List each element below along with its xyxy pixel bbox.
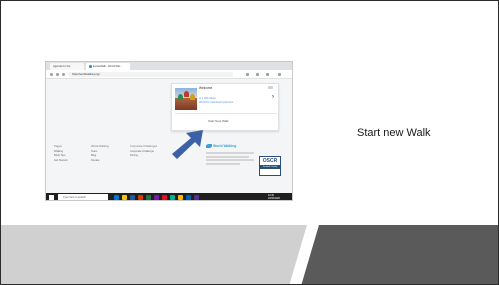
app-icon[interactable] xyxy=(170,195,175,200)
footer-link[interactable]: Blog xyxy=(91,154,109,157)
app-icon[interactable] xyxy=(178,195,183,200)
footer-link[interactable]: Walking xyxy=(54,150,67,153)
footer-link[interactable]: Get Started xyxy=(54,159,67,162)
close-icon[interactable] xyxy=(268,86,273,89)
popup-welcome: Welcome xyxy=(199,86,213,90)
chevron-right-icon[interactable]: › xyxy=(272,94,274,100)
browser-tab[interactable]: Agenda for Cle xyxy=(50,63,84,70)
slide-footer-band xyxy=(1,225,498,284)
menu-icon[interactable] xyxy=(278,73,281,76)
footer-link[interactable]: Book Tips xyxy=(54,154,67,157)
brand-blurb xyxy=(206,152,254,165)
app-icon[interactable] xyxy=(138,195,143,200)
popup-link[interactable]: to 1,000 Steps xyxy=(199,97,216,100)
extension-icon[interactable] xyxy=(246,73,249,76)
brand-logo: World Walking xyxy=(206,144,236,149)
footer-link[interactable]: Donate xyxy=(91,159,109,162)
popup-link[interactable]: World for Volunteering Events xyxy=(199,101,233,104)
browser-toolbar: https://worldwalking.org/ xyxy=(46,70,292,79)
app-icon[interactable] xyxy=(154,195,159,200)
divider xyxy=(175,113,277,114)
walk-popup: Welcome to 1,000 Steps World for Volunte… xyxy=(171,83,279,131)
favorites-icon[interactable] xyxy=(256,73,259,76)
browser-tab-strip: Agenda for Cle ExciteWalk - World Wal... xyxy=(46,62,292,70)
slide-caption: Start new Walk xyxy=(357,127,431,139)
windows-taskbar: Type here to search 16:30 20/06/2020 xyxy=(46,193,292,200)
start-new-walk-button[interactable]: Start New Walk xyxy=(208,119,229,123)
browser-tab-active[interactable]: ExciteWalk - World Wal... xyxy=(86,63,130,70)
footer-link[interactable]: Pricing xyxy=(130,154,157,157)
footer-column: Corporate Challenges Corporate Challenge… xyxy=(130,144,158,158)
refresh-icon[interactable] xyxy=(62,73,65,76)
charity-badge: OSCR Scottish Charity xyxy=(259,156,281,176)
profile-icon[interactable] xyxy=(266,73,269,76)
windows-start-icon[interactable] xyxy=(49,195,54,200)
app-icon[interactable] xyxy=(162,195,167,200)
app-icon[interactable] xyxy=(146,195,151,200)
cathedral-photo xyxy=(175,88,197,110)
arrow-icon xyxy=(172,130,203,159)
app-icon[interactable] xyxy=(186,195,191,200)
footer-link[interactable]: Corporate Challenge xyxy=(130,150,157,153)
address-bar[interactable]: https://worldwalking.org/ xyxy=(68,72,233,77)
taskbar-search[interactable]: Type here to search xyxy=(58,194,108,200)
embedded-screenshot: Agenda for Cle ExciteWalk - World Wal...… xyxy=(45,61,293,201)
footer-column: World Walking Team Blog Donate xyxy=(91,144,109,162)
app-icon[interactable] xyxy=(122,195,127,200)
taskbar-clock: 16:30 20/06/2020 xyxy=(268,194,280,200)
app-icon[interactable] xyxy=(194,195,199,200)
footer-column: Pages Walking Book Tips Get Started xyxy=(54,144,68,162)
footer-link[interactable]: Team xyxy=(91,150,109,153)
app-icon[interactable] xyxy=(114,195,119,200)
app-icon[interactable] xyxy=(130,195,135,200)
leaf-icon xyxy=(206,144,212,149)
forward-icon[interactable] xyxy=(56,73,59,76)
site-icon xyxy=(89,64,92,68)
back-icon[interactable] xyxy=(50,73,53,76)
slide: Agenda for Cle ExciteWalk - World Wal...… xyxy=(0,0,499,285)
